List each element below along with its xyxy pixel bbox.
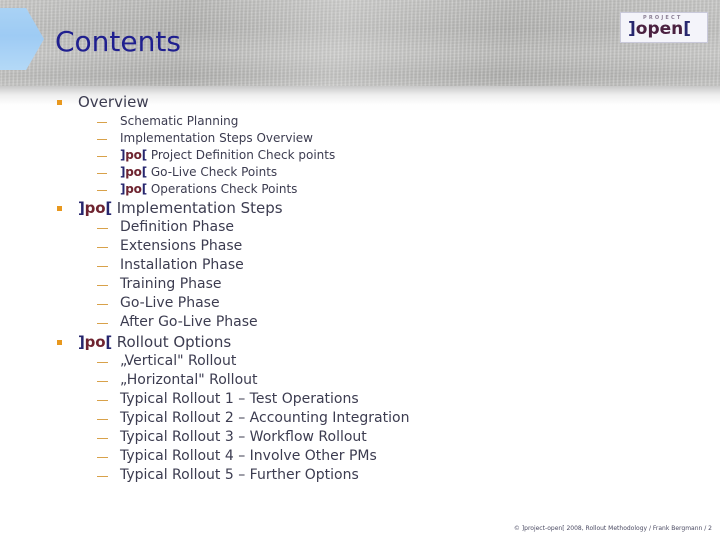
outline-item[interactable]: ]po[ Operations Check Points: [0, 181, 720, 198]
logo-bracket-right: [: [683, 19, 692, 39]
outline-heading[interactable]: Overview: [0, 92, 720, 113]
bullet-dash-icon: [97, 122, 107, 123]
outline-item[interactable]: Installation Phase: [0, 256, 720, 275]
po-brand-mark: ]po[: [120, 182, 148, 196]
outline-item[interactable]: Typical Rollout 4 – Involve Other PMs: [0, 447, 720, 466]
po-brand-mark: ]po[: [120, 148, 148, 162]
bullet-dash-icon: [97, 362, 108, 363]
outline-item-label: Training Phase: [120, 276, 222, 292]
outline-item-label: Schematic Planning: [120, 114, 239, 128]
outline-item[interactable]: ]po[ Go-Live Check Points: [0, 164, 720, 181]
logo-wordmark: ]open[: [628, 20, 691, 39]
outline-item[interactable]: Schematic Planning: [0, 113, 720, 130]
bullet-dash-icon: [97, 247, 108, 248]
outline-item-label: Project Definition Check points: [150, 148, 336, 162]
outline-item[interactable]: Typical Rollout 3 – Workflow Rollout: [0, 428, 720, 447]
bullet-dash-icon: [97, 400, 108, 401]
outline-section: ]po[ Rollout Options „Vertical" Rollout „H…: [0, 332, 720, 485]
outline-item[interactable]: Typical Rollout 2 – Accounting Integrati…: [0, 409, 720, 428]
po-brand-mark: ]po[: [78, 199, 112, 217]
bullet-dash-icon: [97, 228, 108, 229]
bullet-dash-icon: [97, 457, 108, 458]
outline-item[interactable]: Training Phase: [0, 275, 720, 294]
outline-item-label: Go-Live Check Points: [150, 165, 278, 179]
outline-item-label: „Horizontal" Rollout: [120, 372, 258, 388]
bullet-dash-icon: [97, 476, 108, 477]
outline-item-label: Implementation Steps Overview: [120, 131, 313, 145]
bullet-dash-icon: [97, 438, 108, 439]
bullet-dash-icon: [97, 266, 108, 267]
outline-section: ]po[ Implementation Steps Definition Phas…: [0, 198, 720, 332]
project-open-logo: PROJECT ]open[: [620, 12, 708, 43]
outline-item[interactable]: Typical Rollout 5 – Further Options: [0, 466, 720, 485]
bullet-square-icon: [57, 340, 62, 345]
bullet-dash-icon: [97, 304, 108, 305]
contents-outline: Overview Schematic Planning Implementation…: [0, 92, 720, 485]
logo-open-word: open: [635, 19, 684, 39]
outline-section: Overview Schematic Planning Implementation…: [0, 92, 720, 198]
outline-item[interactable]: Typical Rollout 1 – Test Operations: [0, 390, 720, 409]
outline-item[interactable]: Go-Live Phase: [0, 294, 720, 313]
outline-item-label: Typical Rollout 4 – Involve Other PMs: [120, 448, 377, 464]
bullet-square-icon: [57, 100, 62, 105]
bullet-dash-icon: [97, 419, 108, 420]
slide-footer: © ]project-open[ 2008, Rollout Methodolo…: [513, 525, 712, 532]
outline-item-label: Typical Rollout 1 – Test Operations: [120, 391, 359, 407]
po-brand-mark: ]po[: [78, 333, 112, 351]
logo-bracket-left: ]: [628, 19, 636, 39]
outline-heading[interactable]: ]po[ Rollout Options: [0, 332, 720, 352]
bullet-square-icon: [57, 206, 62, 211]
outline-heading-label: Implementation Steps: [116, 199, 283, 217]
outline-item-label: Typical Rollout 3 – Workflow Rollout: [120, 429, 367, 445]
outline-item-label: Extensions Phase: [120, 238, 243, 254]
outline-item-label: „Vertical" Rollout: [120, 353, 237, 369]
slide-root: Contents PROJECT ]open[ Overview Schemati…: [0, 0, 720, 540]
outline-item[interactable]: Extensions Phase: [0, 237, 720, 256]
page-title: Contents: [55, 25, 181, 58]
outline-item[interactable]: After Go-Live Phase: [0, 313, 720, 332]
outline-heading[interactable]: ]po[ Implementation Steps: [0, 198, 720, 218]
outline-heading-label: Overview: [78, 93, 149, 111]
outline-item[interactable]: ]po[ Project Definition Check points: [0, 147, 720, 164]
outline-item-label: After Go-Live Phase: [120, 314, 258, 330]
bullet-dash-icon: [97, 190, 107, 191]
outline-item[interactable]: „Vertical" Rollout: [0, 352, 720, 371]
outline-item[interactable]: „Horizontal" Rollout: [0, 371, 720, 390]
bullet-dash-icon: [97, 156, 107, 157]
po-brand-mark: ]po[: [120, 165, 148, 179]
bullet-dash-icon: [97, 381, 108, 382]
bullet-dash-icon: [97, 139, 107, 140]
outline-item-label: Go-Live Phase: [120, 295, 220, 311]
outline-item-label: Operations Check Points: [150, 182, 298, 196]
outline-item-label: Typical Rollout 5 – Further Options: [120, 467, 359, 483]
outline-item[interactable]: Definition Phase: [0, 218, 720, 237]
bullet-dash-icon: [97, 323, 108, 324]
bullet-dash-icon: [97, 173, 107, 174]
outline-item-label: Definition Phase: [120, 219, 235, 235]
outline-item-label: Installation Phase: [120, 257, 244, 273]
outline-item[interactable]: Implementation Steps Overview: [0, 130, 720, 147]
bullet-dash-icon: [97, 285, 108, 286]
outline-heading-label: Rollout Options: [116, 333, 232, 351]
outline-item-label: Typical Rollout 2 – Accounting Integrati…: [120, 410, 410, 426]
